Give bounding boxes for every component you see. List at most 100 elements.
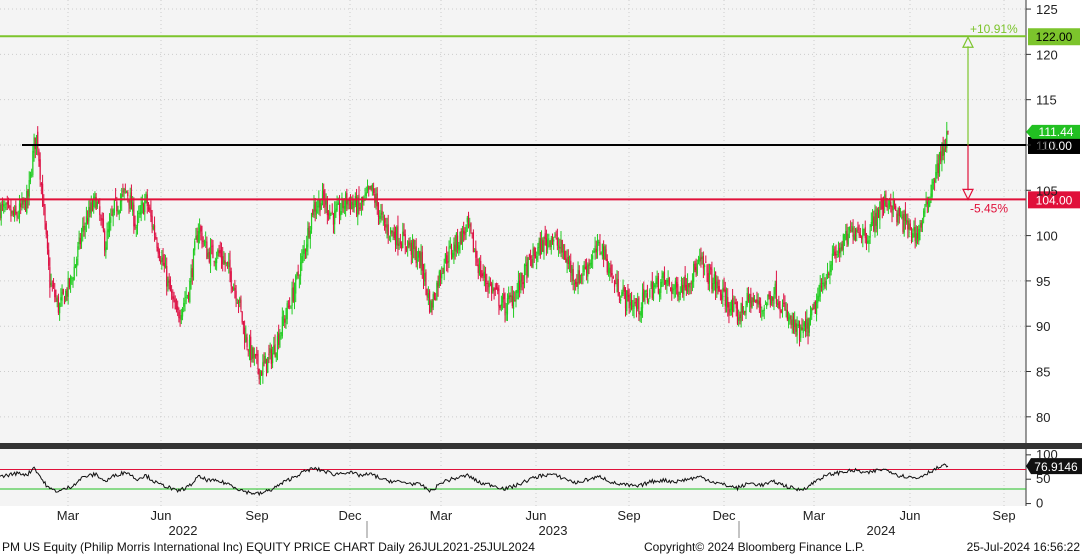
candle-body [306,244,308,252]
candle-body [918,228,920,242]
candle-body [820,285,823,288]
candle-body [527,257,529,277]
candle-body [368,186,370,190]
candle-body [230,271,232,287]
candle-body [427,293,429,299]
candle-body [191,268,193,278]
candle-body [237,301,240,304]
candle-body [772,297,774,301]
candle-body [449,245,451,248]
candle-body [69,276,72,284]
candle-body [547,239,549,250]
candle-body [107,229,109,233]
candle-body [14,208,16,219]
candle-body [620,299,622,301]
candle-body [222,256,224,265]
candle-body [433,293,436,300]
candle-body [133,204,135,227]
candle-body [185,296,187,298]
candle-body [498,288,500,307]
candle-body [536,256,538,261]
candle-body [242,321,244,325]
candle-body [668,277,670,285]
candle-body [621,292,623,297]
panel-divider[interactable] [0,443,1082,449]
candle-body [818,293,820,299]
candle-body [919,225,921,231]
candle-body [701,257,703,260]
candle-body [61,291,63,301]
candle-body [649,289,651,298]
candle-body [941,146,943,162]
candle-body [214,261,216,264]
candle-body [189,280,191,303]
candle-body [480,260,482,278]
candle-body [135,227,137,229]
candle-body [727,297,729,308]
candle-body [329,211,331,219]
candle-body [722,288,724,300]
candle-body [869,230,871,238]
candle-body [200,226,202,232]
candle-body [898,207,900,217]
candle-body [863,229,865,230]
candle-body [921,220,924,225]
candle-body [134,223,136,227]
candle-body [895,205,897,211]
candle-body [612,276,614,278]
candle-body [469,224,471,227]
candle-body [915,233,917,244]
candle-body [456,235,459,249]
candle-body [497,287,499,292]
candle-body [271,353,274,364]
candle-body [207,252,209,257]
candle-body [345,193,347,209]
candle-body [529,256,532,259]
candle-body [819,282,821,297]
candle-body [864,227,866,239]
candle-body [390,227,392,234]
candle-body [49,267,51,288]
candle-body [847,233,849,245]
candle-body [865,237,868,245]
candle-body [850,230,852,231]
candle-body [755,299,757,303]
candle-body [532,248,534,268]
candle-body [853,234,855,240]
candle-body [600,252,602,254]
candle-body [613,280,616,287]
candle-body [130,192,133,210]
candle-body [89,207,91,212]
candle-body [584,266,586,269]
candle-body [6,202,8,205]
candle-body [508,295,510,300]
candle-body [910,232,913,235]
candle-body [264,356,266,364]
candle-body [689,285,691,289]
candle-body [234,287,236,291]
candle-body [382,216,384,218]
candle-body [407,241,409,248]
candle-body [111,214,113,215]
candle-body [106,231,108,250]
candle-body [48,249,50,266]
candle-body [787,317,790,322]
candle-body [617,279,619,296]
candle-body [665,279,667,285]
candle-body [605,249,607,260]
candle-body [309,230,311,239]
candle-body [700,255,702,261]
candle-body [769,294,771,305]
y-tick-label: 95 [1036,274,1050,289]
candle-body [290,307,292,309]
candle-body [85,216,88,225]
candle-body [622,287,624,295]
candle-body [373,188,375,193]
x-tick-label: Mar [430,508,453,523]
candle-body [797,324,799,327]
candle-body [292,287,294,302]
candle-body [110,217,112,223]
candle-body [347,200,349,206]
candle-body [560,240,562,249]
candle-body [326,200,328,215]
